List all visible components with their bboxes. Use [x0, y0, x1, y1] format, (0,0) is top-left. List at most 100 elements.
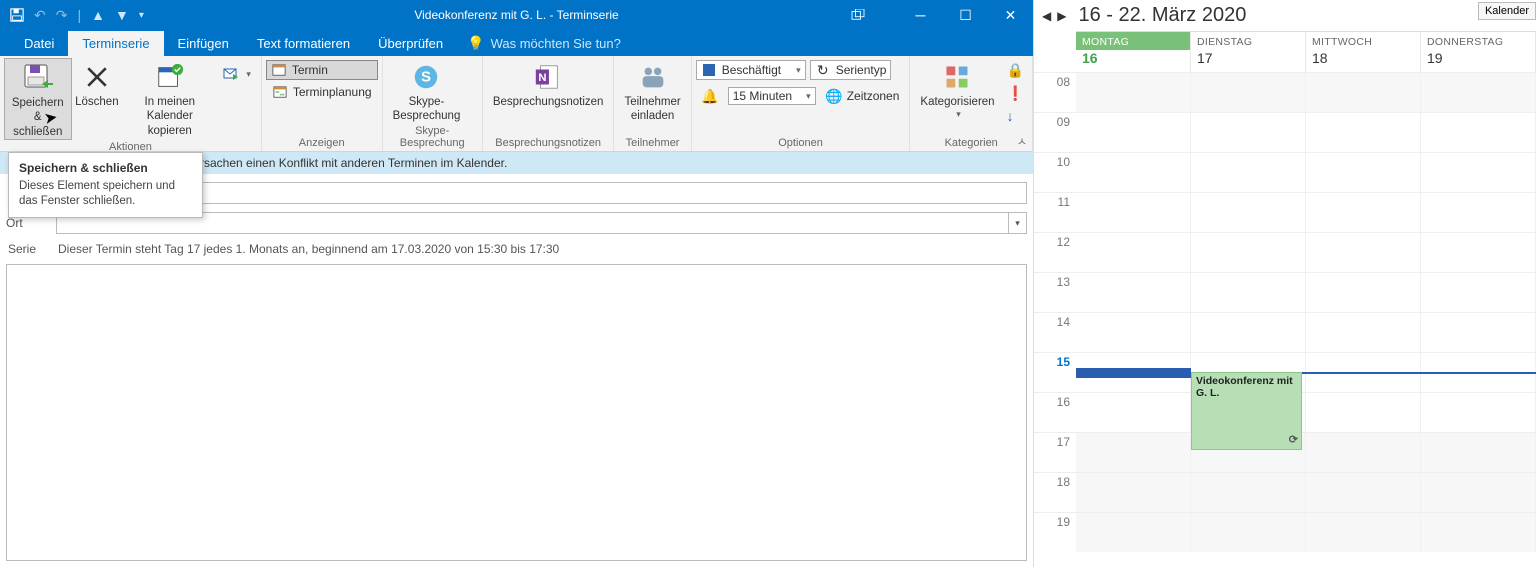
- time-cell[interactable]: [1306, 193, 1421, 232]
- private-icon[interactable]: 🔒: [1007, 62, 1024, 79]
- reminder-dropdown[interactable]: 15 Minuten ▾: [728, 87, 816, 105]
- low-importance-icon[interactable]: ↓: [1007, 108, 1024, 124]
- time-cell[interactable]: [1306, 113, 1421, 152]
- time-cell[interactable]: [1306, 153, 1421, 192]
- previous-item-icon[interactable]: ▲: [91, 7, 105, 23]
- redo-icon[interactable]: ↷: [56, 7, 68, 24]
- close-button[interactable]: ✕: [988, 0, 1033, 30]
- save-and-close-button[interactable]: Speichern & schließen: [4, 58, 72, 140]
- copy-calendar-icon: [154, 61, 186, 93]
- time-cell[interactable]: [1076, 473, 1191, 512]
- timezones-button[interactable]: 🌐 Zeitzonen: [820, 86, 906, 106]
- time-cell[interactable]: [1076, 233, 1191, 272]
- time-cell[interactable]: [1421, 153, 1536, 192]
- time-cell[interactable]: [1306, 313, 1421, 352]
- time-cell[interactable]: [1191, 233, 1306, 272]
- time-cell[interactable]: [1076, 193, 1191, 232]
- time-cell[interactable]: [1191, 73, 1306, 112]
- hour-grid[interactable]: 080910111213141516171819Videokonferenz m…: [1034, 72, 1536, 552]
- tab-einfuegen[interactable]: Einfügen: [164, 31, 243, 56]
- time-cell[interactable]: [1191, 273, 1306, 312]
- prev-week-button[interactable]: ◀: [1040, 9, 1053, 23]
- time-cell[interactable]: [1421, 273, 1536, 312]
- time-cell[interactable]: [1306, 393, 1421, 432]
- forward-dropdown[interactable]: ▾: [217, 58, 257, 84]
- tab-datei[interactable]: Datei: [10, 31, 68, 56]
- recurrence-button[interactable]: ↻ Serientyp: [810, 60, 892, 80]
- time-cell[interactable]: [1306, 73, 1421, 112]
- tab-terminserie[interactable]: Terminserie: [68, 31, 163, 56]
- time-cell[interactable]: [1191, 113, 1306, 152]
- undo-icon[interactable]: ↶: [34, 7, 46, 24]
- group-skype-label: Skype-Besprechung: [387, 124, 478, 151]
- meeting-notes-button[interactable]: N Besprechungsnotizen: [487, 58, 610, 109]
- time-cell[interactable]: [1421, 513, 1536, 552]
- ribbon-tabs: Datei Terminserie Einfügen Text formatie…: [0, 30, 1033, 56]
- tab-ueberpruefen[interactable]: Überprüfen: [364, 31, 457, 56]
- popout-icon[interactable]: [838, 0, 878, 30]
- invite-attendees-button[interactable]: Teilnehmer einladen: [618, 58, 686, 124]
- next-week-button[interactable]: ▶: [1055, 9, 1068, 23]
- day-header[interactable]: DONNERSTAG19: [1421, 32, 1536, 72]
- time-cell[interactable]: [1076, 153, 1191, 192]
- calendar-dropdown[interactable]: Kalender: [1478, 2, 1536, 20]
- time-cell[interactable]: [1076, 313, 1191, 352]
- maximize-button[interactable]: ☐: [943, 0, 988, 30]
- time-cell[interactable]: [1191, 313, 1306, 352]
- time-cell[interactable]: [1306, 513, 1421, 552]
- day-header[interactable]: DIENSTAG17: [1191, 32, 1306, 72]
- time-cell[interactable]: [1306, 273, 1421, 312]
- delete-button[interactable]: Löschen: [72, 58, 123, 109]
- time-cell[interactable]: [1076, 113, 1191, 152]
- minimize-button[interactable]: ─: [898, 0, 943, 30]
- time-cell[interactable]: [1076, 433, 1191, 472]
- time-cell[interactable]: [1421, 433, 1536, 472]
- time-cell[interactable]: [1076, 73, 1191, 112]
- collapse-ribbon-icon[interactable]: ㅅ: [1017, 133, 1027, 149]
- tab-textformatieren[interactable]: Text formatieren: [243, 31, 364, 56]
- time-cell[interactable]: [1421, 113, 1536, 152]
- day-header[interactable]: MITTWOCH18: [1306, 32, 1421, 72]
- tooltip-save-close: Speichern & schließen Dieses Element spe…: [8, 152, 203, 218]
- body-editor[interactable]: [6, 264, 1027, 561]
- group-skype: S Skype- Besprechung Skype-Besprechung: [383, 56, 483, 151]
- save-icon[interactable]: [10, 8, 24, 22]
- time-cell[interactable]: [1076, 513, 1191, 552]
- location-dropdown-icon[interactable]: ▾: [1008, 213, 1026, 233]
- time-cell[interactable]: [1076, 393, 1191, 432]
- tooltip-title: Speichern & schließen: [19, 161, 192, 175]
- qat-dropdown-icon[interactable]: ▾: [139, 10, 144, 21]
- time-cell[interactable]: [1191, 153, 1306, 192]
- time-cell[interactable]: [1191, 473, 1306, 512]
- time-cell[interactable]: [1191, 193, 1306, 232]
- time-cell[interactable]: [1306, 473, 1421, 512]
- terminplanung-button[interactable]: Terminplanung: [266, 82, 378, 102]
- time-cell[interactable]: [1421, 193, 1536, 232]
- time-cell[interactable]: [1421, 473, 1536, 512]
- categorize-button[interactable]: Kategorisieren ▾: [914, 58, 1000, 121]
- hour-row: 09: [1034, 112, 1536, 152]
- termin-button[interactable]: Termin: [266, 60, 378, 80]
- time-cell[interactable]: [1421, 393, 1536, 432]
- tell-me-search[interactable]: 💡 Was möchten Sie tun?: [467, 35, 621, 56]
- copy-to-calendar-button[interactable]: In meinen Kalender kopieren: [122, 58, 217, 138]
- next-item-icon[interactable]: ▼: [115, 7, 129, 23]
- high-importance-icon[interactable]: ❗: [1007, 85, 1024, 102]
- hour-label: 19: [1034, 513, 1076, 552]
- time-cell[interactable]: [1421, 233, 1536, 272]
- time-cell[interactable]: [1306, 433, 1421, 472]
- time-cell[interactable]: [1421, 73, 1536, 112]
- categorize-label: Kategorisieren: [920, 95, 994, 109]
- day-header[interactable]: MONTAG16: [1076, 32, 1191, 72]
- day-number: 16: [1076, 50, 1190, 72]
- calendar-event[interactable]: Videokonferenz mit G. L.⟳: [1191, 372, 1302, 450]
- chevron-down-icon: ▾: [246, 69, 251, 80]
- time-cell[interactable]: [1306, 233, 1421, 272]
- show-as-dropdown[interactable]: Beschäftigt ▾: [696, 60, 806, 80]
- time-cell[interactable]: [1076, 273, 1191, 312]
- chevron-down-icon: ▾: [796, 65, 801, 76]
- skype-meeting-button[interactable]: S Skype- Besprechung: [387, 58, 467, 124]
- reminder-icon-btn[interactable]: 🔔: [696, 86, 724, 106]
- time-cell[interactable]: [1191, 513, 1306, 552]
- time-cell[interactable]: [1421, 313, 1536, 352]
